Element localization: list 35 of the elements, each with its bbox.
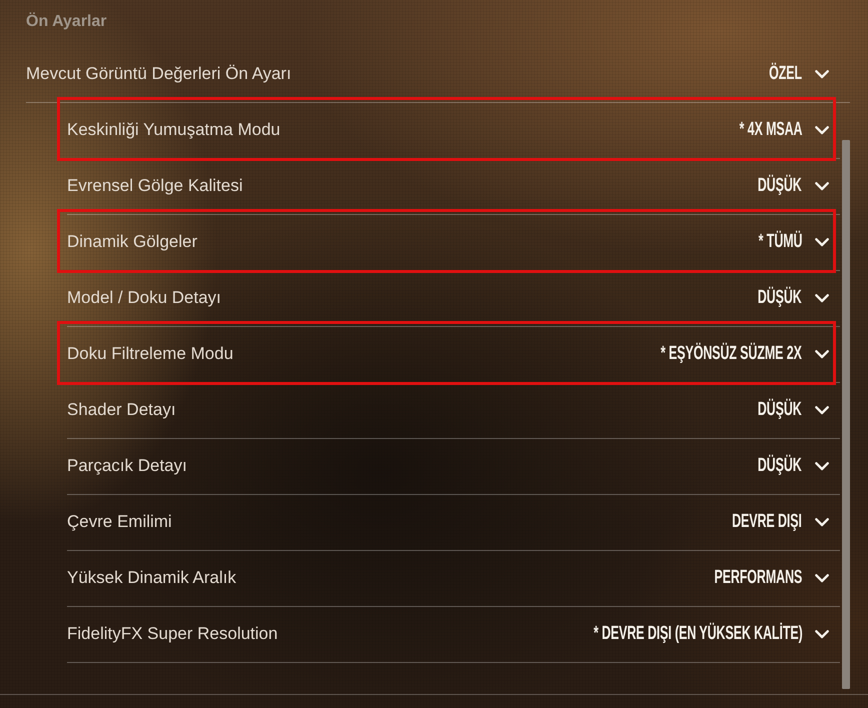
value-dropdown[interactable]: DÜŞÜK (758, 175, 829, 198)
chevron-down-icon (815, 518, 829, 527)
setting-label: Model / Doku Detayı (67, 287, 222, 310)
setting-label: Mevcut Görüntü Değerleri Ön Ayarı (26, 63, 292, 86)
setting-label: Doku Filtreleme Modu (67, 343, 234, 366)
chevron-down-icon (815, 462, 829, 471)
scrollbar-thumb[interactable] (842, 140, 850, 690)
value-dropdown[interactable]: * 4X MSAA (738, 119, 829, 142)
setting-label: Yüksek Dinamik Aralık (67, 567, 236, 590)
value-dropdown[interactable]: DÜŞÜK (758, 287, 829, 310)
setting-label: Çevre Emilimi (67, 511, 172, 534)
setting-label: Shader Detayı (67, 399, 176, 422)
setting-label: Evrensel Gölge Kalitesi (67, 175, 243, 198)
value-dropdown[interactable]: DEVRE DIŞI (732, 511, 829, 534)
section-title: Ön Ayarlar (26, 12, 107, 32)
setting-label: Dinamik Gölgeler (67, 231, 198, 254)
chevron-down-icon (815, 350, 829, 359)
value-dropdown[interactable]: PERFORMANS (714, 567, 829, 590)
chevron-down-icon (815, 630, 829, 639)
chevron-down-icon (815, 574, 829, 583)
chevron-down-icon (815, 406, 829, 415)
chevron-down-icon (815, 182, 829, 191)
setting-label: Parçacık Detayı (67, 455, 187, 478)
value-dropdown[interactable]: * EŞYÖNSÜZ SÜZME 2X (661, 343, 829, 366)
chevron-down-icon (815, 238, 829, 247)
chevron-down-icon (815, 70, 829, 79)
chevron-down-icon (815, 126, 829, 135)
setting-label: Keskinliği Yumuşatma Modu (67, 119, 280, 142)
chevron-down-icon (815, 294, 829, 303)
value-dropdown[interactable]: DÜŞÜK (758, 399, 829, 422)
value-dropdown[interactable]: DÜŞÜK (758, 455, 829, 478)
setting-label: FidelityFX Super Resolution (67, 623, 278, 646)
value-dropdown[interactable]: * DEVRE DIŞI (EN YÜKSEK KALİTE) (593, 623, 829, 646)
value-dropdown[interactable]: ÖZEL (769, 63, 829, 86)
value-dropdown[interactable]: * TÜMÜ (758, 231, 829, 254)
